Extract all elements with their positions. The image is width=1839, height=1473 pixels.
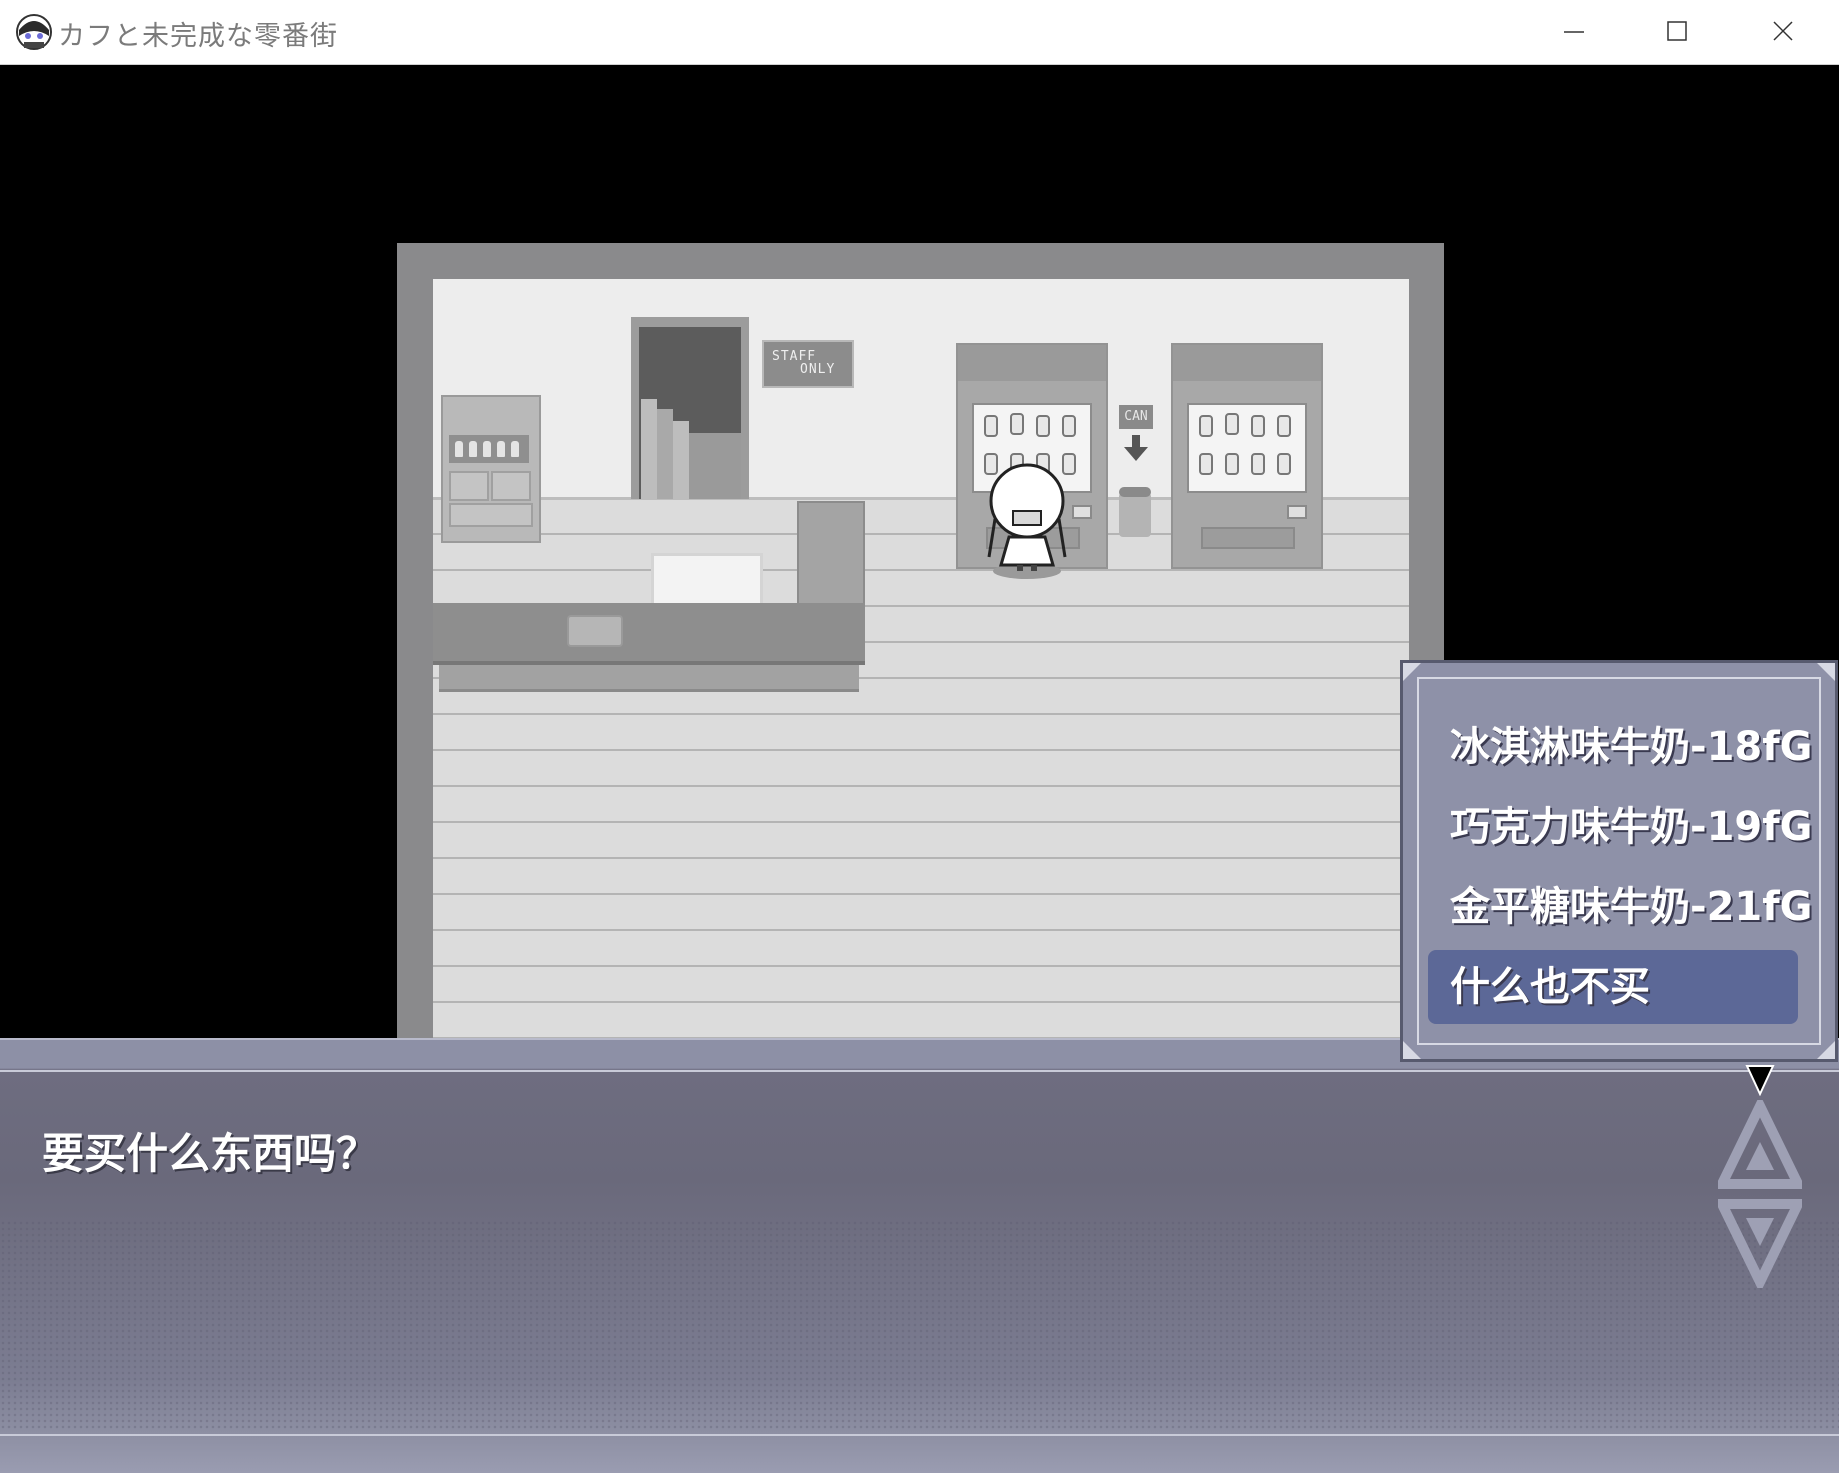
- window-titlebar: カフと未完成な零番街: [0, 0, 1839, 65]
- choice-ice-cream-milk[interactable]: 冰淇淋味牛奶-18fG: [1428, 710, 1813, 784]
- minimize-icon: [1564, 31, 1584, 33]
- cabinet: [797, 501, 865, 609]
- corner-ornament-icon: [1817, 1041, 1835, 1059]
- corner-ornament-icon: [1817, 663, 1835, 681]
- choice-buy-nothing[interactable]: 什么也不买: [1428, 950, 1798, 1024]
- app-icon: [14, 12, 54, 52]
- choice-konpeito-milk[interactable]: 金平糖味牛奶-21fG: [1428, 870, 1813, 944]
- pause-cursor-icon: [1745, 1065, 1775, 1096]
- trash-can-lid: [1119, 487, 1151, 497]
- trash-can: [1119, 491, 1151, 537]
- close-button[interactable]: [1734, 0, 1834, 64]
- message-window[interactable]: [0, 1038, 1839, 1473]
- can-sign: CAN: [1119, 405, 1153, 429]
- staff-door: [631, 317, 749, 499]
- player-character: [987, 463, 1067, 579]
- counter-register: [567, 615, 623, 647]
- corner-ornament-icon: [1403, 1041, 1421, 1059]
- only-sign-text: ONLY: [800, 362, 836, 377]
- maximize-icon: [1667, 21, 1687, 41]
- maximize-button[interactable]: [1628, 0, 1728, 64]
- counter-front: [439, 665, 859, 692]
- dialogue-text: 要买什么东西吗？: [42, 1129, 379, 1178]
- choice-chocolate-milk[interactable]: 巧克力味牛奶-19fG: [1428, 790, 1813, 864]
- bottle-shelf: [441, 395, 541, 543]
- staff-only-sign: STAFF ONLY: [762, 340, 854, 388]
- shop-counter: [433, 603, 865, 665]
- window-title: カフと未完成な零番街: [58, 21, 338, 52]
- down-arrow-icon: [1124, 435, 1148, 461]
- close-icon: [1773, 21, 1793, 41]
- vending-machine-right[interactable]: [1171, 343, 1323, 569]
- minimize-button[interactable]: [1525, 0, 1625, 64]
- scroll-up-icon[interactable]: [1718, 1100, 1802, 1190]
- scroll-down-icon[interactable]: [1718, 1198, 1802, 1288]
- wooden-floor: [433, 499, 1409, 1113]
- corner-ornament-icon: [1403, 663, 1421, 681]
- shop-room: STAFF ONLY CAN: [433, 279, 1409, 1113]
